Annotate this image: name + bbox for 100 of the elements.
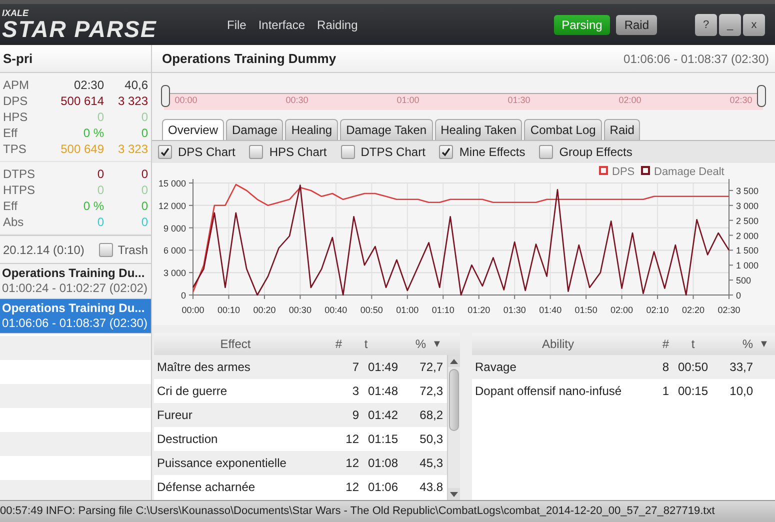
window-button[interactable]: x [743, 14, 765, 36]
column-header[interactable]: # [314, 337, 342, 351]
stat-rate: 0 [140, 109, 148, 125]
table-cell-text: 00:50 [676, 360, 710, 374]
combat-name: Operations Training Du... [2, 301, 146, 316]
stat-value: 0 [96, 182, 104, 198]
x-tick-label: 01:50 [574, 305, 598, 315]
timeline-tick-label: 00:00 [174, 95, 198, 105]
scroll-thumb[interactable] [449, 369, 459, 431]
sort-indicator[interactable]: ▼ [426, 338, 460, 350]
stat-rate: 0 [140, 125, 148, 141]
y-tick-label: 9 000 [163, 223, 186, 234]
stat-value: 0 [96, 109, 104, 125]
window-button[interactable]: ? [695, 14, 717, 36]
legend-label: DPS [612, 166, 635, 178]
table-cell-text: Défense acharnée [156, 480, 256, 494]
table-cell-text: 7 [351, 360, 359, 374]
column-header[interactable]: Ability [472, 337, 641, 351]
tab[interactable]: Healing Taken [434, 119, 522, 140]
timeline-tick-label: 01:30 [508, 95, 530, 105]
x-tick-label: 01:30 [503, 305, 526, 315]
option-label: DPS Chart [178, 145, 236, 159]
encounter-title: Operations Training Dummy [162, 51, 336, 66]
column-header[interactable]: % [390, 337, 426, 351]
combat-name: Operations Training Du... [2, 266, 146, 281]
option-checkbox[interactable] [539, 145, 554, 159]
stat-value: 0 [96, 166, 104, 182]
x-tick-label: 02:20 [682, 305, 705, 315]
table-cell-text: 10,0 [728, 384, 753, 398]
y2-tick-label: 3 000 [736, 200, 759, 211]
tab[interactable]: Healing [285, 119, 338, 140]
range-handle[interactable] [757, 85, 766, 107]
tab[interactable]: Overview [162, 119, 224, 140]
table-cell-text: Maître des armes [156, 360, 252, 374]
scroll-down-icon[interactable] [448, 488, 460, 500]
column-header[interactable]: Effect [154, 337, 314, 351]
combat-item[interactable]: Operations Training Du... 01:00:24 - 01:02:27 (02:02) [0, 264, 151, 299]
character-name: S-pri [0, 45, 151, 73]
column-header[interactable]: t [342, 337, 390, 351]
table-cell-text: Ravage [474, 360, 518, 374]
stat-label: HTPS [3, 182, 36, 198]
timeline-tick-label: 02:00 [618, 95, 642, 105]
trash-label: Trash [118, 242, 148, 256]
x-tick-label: 00:50 [360, 305, 383, 315]
y-tick-label: 6 000 [163, 246, 186, 256]
option-checkbox[interactable] [439, 145, 454, 159]
x-tick-label: 00:30 [288, 305, 312, 315]
tab[interactable]: Damage Taken [340, 119, 433, 140]
stat-label: Abs [3, 214, 25, 230]
table-cell-text: 1 [661, 384, 669, 398]
x-tick-label: 01:20 [468, 305, 490, 315]
x-tick-label: 02:30 [718, 305, 740, 315]
table-cell-text: 01:48 [366, 384, 400, 398]
timeline-tick-label: 02:30 [730, 95, 752, 105]
y-tick-label: 12 000 [158, 200, 186, 211]
encounter-time: 01:06:06 - 01:08:37 (02:30) [624, 52, 769, 66]
tab[interactable]: Damage [226, 119, 284, 140]
combat-item[interactable]: Operations Training Du... 01:06:06 - 01:08:37 (02:30) [0, 299, 151, 334]
tab[interactable]: Combat Log [524, 119, 602, 140]
table-cell-text: 01:42 [366, 408, 400, 422]
option-checkbox[interactable] [249, 145, 264, 159]
scroll-up-icon[interactable] [448, 355, 460, 367]
menu-item[interactable]: File [227, 18, 246, 32]
stat-label: Eff [3, 125, 18, 141]
x-tick-label: 02:00 [610, 305, 634, 315]
table-cell-text: 01:08 [366, 456, 400, 470]
timeline-tick-label: 00:30 [286, 95, 308, 105]
option-checkbox[interactable] [158, 145, 172, 159]
column-header[interactable]: # [641, 337, 669, 351]
table-cell-text: 12 [344, 480, 359, 494]
table-cell-text: 01:15 [366, 432, 400, 446]
column-header[interactable]: % [717, 337, 753, 351]
column-header[interactable]: t [669, 337, 717, 351]
y-tick-label: 0 [180, 290, 186, 300]
table-cell-text: 9 [351, 408, 359, 422]
y2-tick-label: 1 000 [736, 260, 759, 271]
stat-rate: 0 [140, 166, 148, 182]
scrollbar[interactable] [447, 355, 460, 500]
mode-button[interactable]: Raid [616, 14, 657, 34]
y2-tick-label: 2 500 [736, 216, 759, 226]
x-tick-label: 00:40 [324, 305, 348, 315]
window-button[interactable]: _ [719, 14, 741, 36]
combat-time: 01:06:06 - 01:08:37 (02:30) [2, 316, 148, 331]
trash-checkbox[interactable] [98, 242, 113, 256]
option-checkbox[interactable] [340, 145, 355, 159]
x-tick-label: 00:10 [217, 305, 240, 315]
sort-indicator[interactable]: ▼ [753, 338, 775, 350]
stat-rate: 40,6 [124, 77, 148, 93]
menu-item[interactable]: Raiding [317, 18, 358, 32]
option-label: DTPS Chart [360, 145, 426, 159]
timeline-tick-label: 01:00 [396, 95, 420, 105]
table-cell-text: Cri de guerre [156, 384, 228, 398]
mode-button[interactable]: Parsing [554, 14, 610, 34]
app-logo: STAR PARSE [2, 18, 158, 40]
table-cell-text: 12 [344, 456, 359, 470]
y2-tick-label: 3 500 [736, 186, 759, 196]
y2-tick-label: 2 000 [736, 230, 759, 241]
range-handle[interactable] [161, 85, 170, 107]
tab[interactable]: Raid [604, 119, 640, 140]
menu-item[interactable]: Interface [258, 18, 306, 32]
